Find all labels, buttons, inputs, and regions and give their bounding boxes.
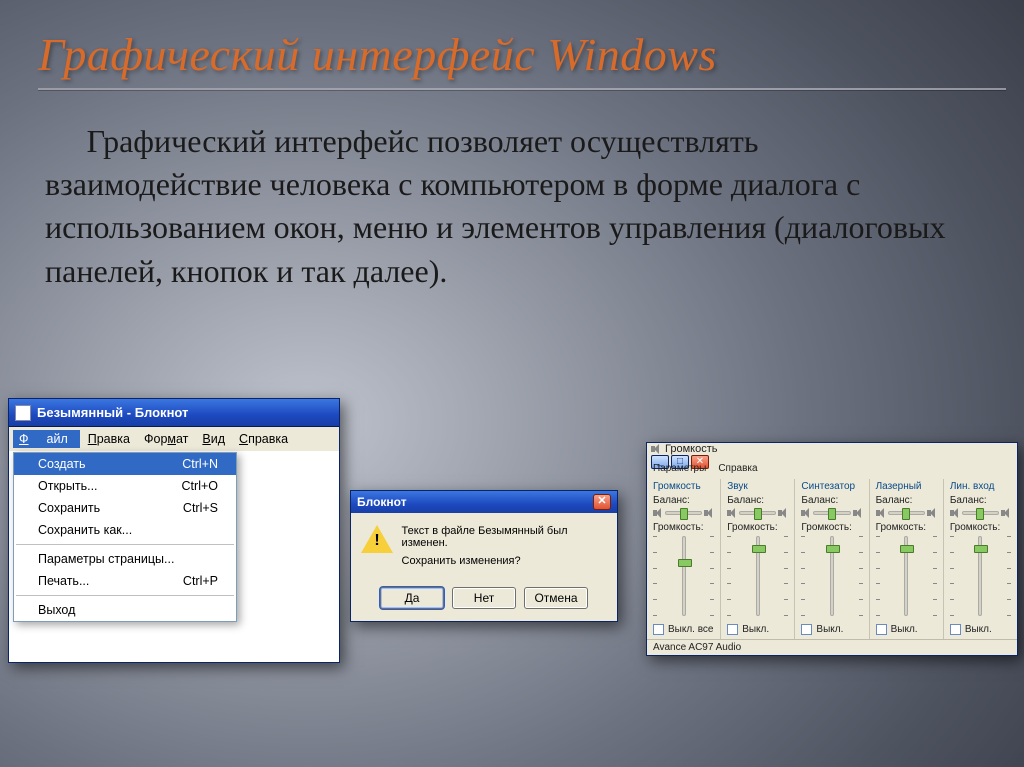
notepad-menubar: Файл Правка Формат Вид Справка [9, 427, 339, 452]
close-icon[interactable]: ✕ [593, 494, 611, 510]
volume-mixer-window: Громкость _ □ ✕ Параметры Справка Громко… [646, 442, 1018, 656]
messagebox-text: Текст в файле Безымянный был изменен. Со… [402, 525, 607, 573]
mute-checkbox[interactable]: Выкл. [876, 624, 937, 635]
mixer-menu-help[interactable]: Справка [718, 463, 757, 474]
menu-item-new-shortcut: Ctrl+N [182, 457, 218, 471]
volume-label: Громкость: [876, 522, 937, 533]
volume-label: Громкость: [653, 522, 714, 533]
mute-checkbox[interactable]: Выкл. все [653, 624, 714, 635]
channel-3: Лазерный Баланс: Громкость: Выкл. [870, 479, 944, 639]
speaker-right-icon [1001, 508, 1011, 518]
messagebox-line1: Текст в файле Безымянный был изменен. [402, 525, 607, 549]
menu-item-page-setup[interactable]: Параметры страницы... [14, 548, 236, 570]
mixer-menu-params[interactable]: Параметры [653, 463, 706, 474]
balance-label: Баланс: [950, 495, 1011, 506]
menu-edit[interactable]: Правка [82, 430, 136, 448]
messagebox-line2: Сохранить изменения? [402, 555, 607, 567]
speaker-icon [651, 444, 661, 454]
speaker-left-icon [727, 508, 737, 518]
mute-checkbox[interactable]: Выкл. [727, 624, 788, 635]
slide-title: Графический интерфейс Windows [38, 28, 1004, 81]
menu-item-save-as[interactable]: Сохранить как... [14, 519, 236, 541]
notepad-titlebar[interactable]: Безымянный - Блокнот [9, 399, 339, 427]
channel-2: Синтезатор Баланс: Громкость: Выкл. [795, 479, 869, 639]
volume-slider[interactable] [876, 536, 937, 620]
yes-button[interactable]: Да [380, 587, 444, 609]
balance-label: Баланс: [876, 495, 937, 506]
menu-help[interactable]: Справка [233, 430, 294, 448]
balance-slider[interactable] [653, 508, 714, 518]
mute-checkbox[interactable]: Выкл. [801, 624, 862, 635]
speaker-right-icon [853, 508, 863, 518]
speaker-left-icon [653, 508, 663, 518]
menu-view[interactable]: Вид [196, 430, 231, 448]
messagebox-titlebar[interactable]: Блокнот ✕ [351, 491, 617, 513]
channel-name: Лин. вход [950, 481, 1011, 492]
volume-label: Громкость: [727, 522, 788, 533]
volume-slider[interactable] [727, 536, 788, 620]
menu-format[interactable]: Формат [138, 430, 194, 448]
notepad-title-text: Безымянный - Блокнот [37, 405, 188, 420]
menu-file[interactable]: Файл [13, 430, 80, 448]
menu-item-print-label: Печать... [38, 574, 89, 588]
menu-item-save-shortcut: Ctrl+S [183, 501, 218, 515]
menu-file-label: айл [41, 430, 74, 448]
balance-slider[interactable] [727, 508, 788, 518]
menu-item-page-setup-label: Параметры страницы... [38, 552, 174, 566]
menu-item-save-as-label: Сохранить как... [38, 523, 132, 537]
notepad-icon [15, 405, 31, 421]
volume-slider[interactable] [653, 536, 714, 620]
mute-checkbox[interactable]: Выкл. [950, 624, 1011, 635]
channel-0: Громкость Баланс: Громкость: Выкл. все [647, 479, 721, 639]
speaker-left-icon [950, 508, 960, 518]
menu-item-new[interactable]: Создать Ctrl+N [14, 453, 236, 475]
speaker-right-icon [704, 508, 714, 518]
mixer-title-text: Громкость [665, 443, 717, 455]
messagebox-window: Блокнот ✕ Текст в файле Безымянный был и… [350, 490, 618, 622]
messagebox-title-text: Блокнот [357, 495, 407, 509]
channel-4: Лин. вход Баланс: Громкость: Выкл. [944, 479, 1017, 639]
mixer-statusbar: Avance AC97 Audio [647, 639, 1017, 655]
balance-label: Баланс: [727, 495, 788, 506]
menu-item-open-shortcut: Ctrl+O [182, 479, 218, 493]
menu-item-save-label: Сохранить [38, 501, 100, 515]
cancel-button[interactable]: Отмена [524, 587, 588, 609]
warning-icon [361, 525, 392, 553]
channel-name: Звук [727, 481, 788, 492]
menu-item-print[interactable]: Печать... Ctrl+P [14, 570, 236, 592]
mixer-channels: Громкость Баланс: Громкость: Выкл. все Звук Б… [647, 476, 1017, 639]
speaker-left-icon [876, 508, 886, 518]
balance-slider[interactable] [801, 508, 862, 518]
balance-slider[interactable] [950, 508, 1011, 518]
mixer-titlebar[interactable]: Громкость _ □ ✕ [647, 443, 1017, 461]
speaker-right-icon [927, 508, 937, 518]
volume-slider[interactable] [950, 536, 1011, 620]
channel-name: Громкость [653, 481, 714, 492]
title-underline [38, 88, 1006, 90]
channel-1: Звук Баланс: Громкость: Выкл. [721, 479, 795, 639]
mixer-menubar: Параметры Справка [647, 461, 1017, 476]
no-button[interactable]: Нет [452, 587, 516, 609]
notepad-window: Безымянный - Блокнот Файл Правка Формат … [8, 398, 340, 663]
balance-label: Баланс: [653, 495, 714, 506]
menu-item-open[interactable]: Открыть... Ctrl+O [14, 475, 236, 497]
menu-item-exit[interactable]: Выход [14, 599, 236, 621]
speaker-right-icon [778, 508, 788, 518]
menu-item-save[interactable]: Сохранить Ctrl+S [14, 497, 236, 519]
channel-name: Синтезатор [801, 481, 862, 492]
slide-body-text: Графический интерфейс позволяет осуществ… [45, 120, 979, 293]
volume-label: Громкость: [801, 522, 862, 533]
menu-item-open-label: Открыть... [38, 479, 98, 493]
menu-item-new-label: Создать [38, 457, 86, 471]
volume-slider[interactable] [801, 536, 862, 620]
channel-name: Лазерный [876, 481, 937, 492]
menu-item-exit-label: Выход [38, 603, 75, 617]
file-menu-dropdown: Создать Ctrl+N Открыть... Ctrl+O Сохрани… [13, 452, 237, 622]
volume-label: Громкость: [950, 522, 1011, 533]
balance-slider[interactable] [876, 508, 937, 518]
balance-label: Баланс: [801, 495, 862, 506]
menu-item-print-shortcut: Ctrl+P [183, 574, 218, 588]
speaker-left-icon [801, 508, 811, 518]
